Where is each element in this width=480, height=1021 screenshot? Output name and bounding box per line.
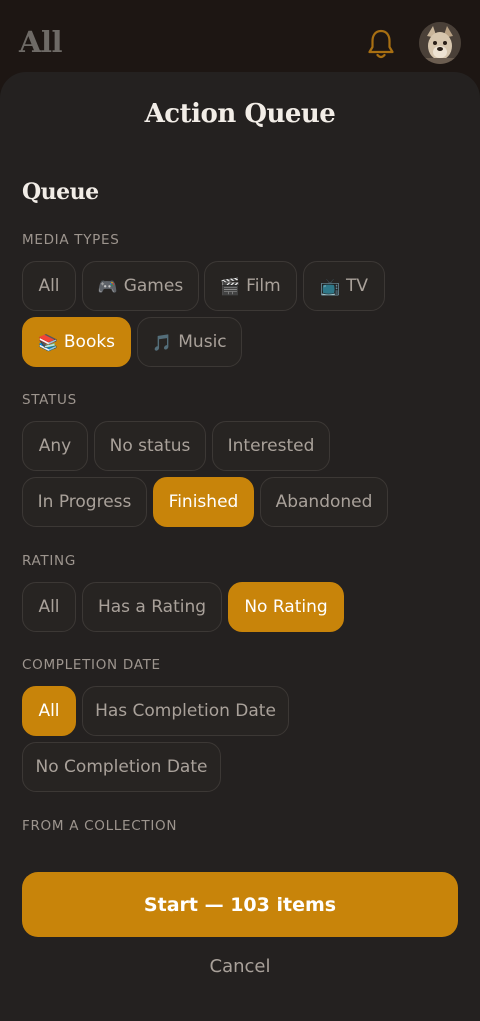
- media-type-chip-all[interactable]: All: [22, 261, 76, 311]
- status-chip-in-progress[interactable]: In Progress: [22, 477, 147, 527]
- chip-label: TV: [345, 276, 368, 296]
- chip-label: All: [38, 276, 60, 296]
- media-type-chip-music[interactable]: 🎵 Music: [137, 317, 242, 367]
- status-chip-interested[interactable]: Interested: [212, 421, 330, 471]
- chip-label: Interested: [227, 436, 315, 456]
- completion-chip-all[interactable]: All: [22, 686, 76, 736]
- rating-label: RATING: [22, 553, 77, 569]
- completion-chip-has-date[interactable]: Has Completion Date: [82, 686, 289, 736]
- media-type-chip-games[interactable]: 🎮 Games: [82, 261, 199, 311]
- chip-label: Finished: [168, 492, 239, 512]
- rating-chip-has-rating[interactable]: Has a Rating: [82, 582, 222, 632]
- media-types-label: MEDIA TYPES: [22, 232, 120, 248]
- music-note-icon: 🎵: [152, 332, 173, 352]
- television-icon: 📺: [320, 276, 340, 296]
- status-chip-no-status[interactable]: No status: [94, 421, 206, 471]
- section-title-queue: Queue: [22, 179, 99, 205]
- chip-label: All: [38, 701, 60, 721]
- rating-chip-all[interactable]: All: [22, 582, 76, 632]
- chip-label: Games: [123, 276, 184, 296]
- status-chip-finished[interactable]: Finished: [153, 477, 254, 527]
- status-chip-abandoned[interactable]: Abandoned: [260, 477, 388, 527]
- chip-label: Has a Rating: [97, 597, 207, 617]
- completion-date-label: COMPLETION DATE: [22, 657, 161, 673]
- media-type-chip-tv[interactable]: 📺 TV: [303, 261, 385, 311]
- cancel-button[interactable]: Cancel: [0, 956, 480, 977]
- chip-label: No Completion Date: [35, 757, 208, 777]
- status-label: STATUS: [22, 392, 77, 408]
- chip-label: In Progress: [37, 492, 132, 512]
- completion-chip-no-date[interactable]: No Completion Date: [22, 742, 221, 792]
- chip-label: All: [38, 597, 60, 617]
- media-type-chip-film[interactable]: 🎬 Film: [204, 261, 297, 311]
- game-controller-icon: 🎮: [97, 276, 118, 296]
- chip-label: Music: [178, 332, 227, 352]
- chip-label: Has Completion Date: [95, 701, 276, 721]
- chip-label: Film: [246, 276, 281, 296]
- start-button[interactable]: Start — 103 items: [22, 872, 458, 937]
- chip-label: No Rating: [244, 597, 328, 617]
- chip-label: Abandoned: [275, 492, 373, 512]
- collection-label: FROM A COLLECTION: [22, 818, 178, 834]
- media-type-chip-books[interactable]: 📚 Books: [22, 317, 131, 367]
- chip-label: No status: [109, 436, 191, 456]
- page-title: All: [19, 25, 63, 59]
- chip-label: Any: [38, 436, 72, 456]
- status-chip-any[interactable]: Any: [22, 421, 88, 471]
- clapperboard-icon: 🎬: [220, 276, 241, 296]
- sheet-title: Action Queue: [144, 99, 336, 129]
- rating-chip-no-rating[interactable]: No Rating: [228, 582, 344, 632]
- books-icon: 📚: [37, 332, 58, 352]
- avatar[interactable]: [419, 22, 461, 64]
- bell-icon[interactable]: [366, 28, 396, 60]
- chip-label: Books: [63, 332, 116, 352]
